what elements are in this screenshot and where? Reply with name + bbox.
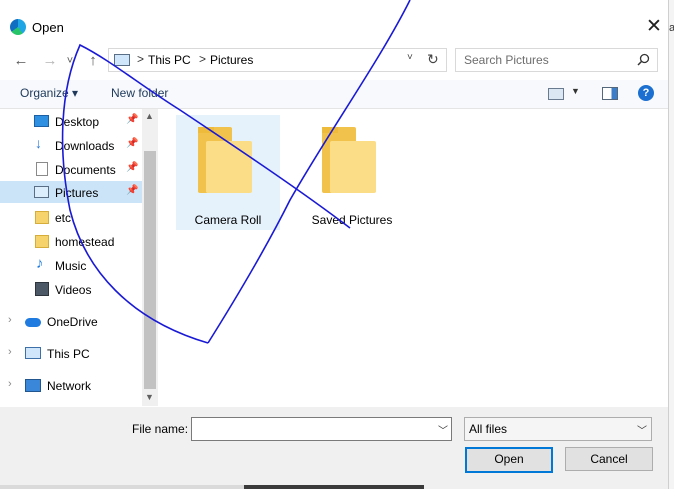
file-type-value: All files: [469, 422, 508, 436]
pictures-icon: [34, 186, 49, 198]
sidebar-item-label: Desktop: [55, 115, 100, 129]
breadcrumb-pictures[interactable]: Pictures: [210, 53, 253, 67]
breadcrumb-this-pc[interactable]: This PC: [148, 53, 191, 67]
folder-name: Saved Pictures: [311, 213, 393, 227]
sidebar-item-label: Documents: [55, 163, 116, 177]
folder-item-saved-pictures[interactable]: Saved Pictures: [300, 115, 404, 230]
view-dropdown-icon[interactable]: ▼: [571, 86, 580, 96]
close-button[interactable]: ✕: [640, 14, 668, 40]
sidebar-item-label: This PC: [47, 347, 90, 361]
background-text: a: [669, 22, 674, 34]
back-arrow-icon[interactable]: ←: [10, 50, 32, 72]
navigation-pane: Desktop 📌 ↓ Downloads 📌 Documents 📌 Pict…: [0, 109, 142, 406]
recent-locations-chevron-icon[interactable]: ˅: [63, 50, 77, 72]
breadcrumb-separator: >: [137, 52, 145, 66]
sidebar-item-label: Downloads: [55, 139, 115, 153]
sidebar-item-label: homestead: [55, 235, 115, 249]
file-type-select[interactable]: All files ﹀: [464, 417, 652, 441]
sidebar-item-homestead[interactable]: homestead: [0, 230, 142, 252]
sidebar-item-label: Videos: [55, 283, 92, 297]
file-list: Camera Roll Saved Pictures: [160, 109, 668, 406]
folder-icon: [322, 127, 376, 193]
sidebar-item-pictures[interactable]: Pictures 📌: [0, 181, 142, 203]
pin-icon: 📌: [126, 114, 139, 125]
file-name-dropdown-icon[interactable]: ﹀: [438, 422, 448, 437]
sidebar-item-desktop[interactable]: Desktop 📌: [0, 110, 142, 132]
pin-icon: 📌: [126, 185, 139, 196]
folder-icon: [198, 127, 252, 193]
refresh-icon[interactable]: ↻: [427, 51, 439, 68]
expand-chevron-icon[interactable]: ›: [8, 346, 12, 358]
open-button[interactable]: Open: [465, 447, 553, 473]
sidebar-scrollbar[interactable]: ▲ ▼: [142, 109, 158, 406]
search-icon[interactable]: [637, 53, 650, 66]
sidebar-item-network[interactable]: › Network: [0, 374, 142, 396]
sidebar-item-label: Music: [55, 259, 87, 273]
sidebar-item-label: Pictures: [55, 186, 99, 200]
taskbar-edge: [0, 485, 244, 489]
sidebar-item-music[interactable]: ♪ Music: [0, 254, 142, 276]
download-icon: ↓: [35, 135, 42, 151]
cancel-button[interactable]: Cancel: [565, 447, 653, 471]
preview-pane-icon[interactable]: [602, 87, 618, 100]
pin-icon: 📌: [126, 138, 139, 149]
help-icon[interactable]: ?: [638, 85, 654, 101]
dialog-title: Open: [32, 20, 64, 35]
organize-menu[interactable]: Organize ▾: [20, 86, 78, 100]
sidebar-item-this-pc[interactable]: › This PC: [0, 342, 142, 364]
up-arrow-icon[interactable]: ↑: [82, 50, 104, 72]
expand-chevron-icon[interactable]: ›: [8, 314, 12, 326]
scroll-down-icon[interactable]: ▼: [145, 392, 154, 402]
file-name-label: File name:: [132, 422, 189, 436]
sidebar-item-documents[interactable]: Documents 📌: [0, 158, 142, 180]
dialog-footer: File name: ﹀ All files ﹀ Open Cancel: [0, 407, 668, 489]
file-name-input[interactable]: ﹀: [191, 417, 452, 441]
sidebar-item-downloads[interactable]: ↓ Downloads 📌: [0, 134, 142, 156]
sidebar-item-onedrive[interactable]: › OneDrive: [0, 310, 142, 332]
folder-name: Camera Roll: [194, 213, 262, 227]
open-dialog: Open ✕ ← → ˅ ↑ > This PC > Pictures ˅ ↻ …: [0, 0, 669, 489]
folder-icon: [35, 211, 49, 224]
change-view-icon[interactable]: [548, 88, 564, 100]
music-icon: ♪: [36, 255, 44, 272]
video-icon: [35, 282, 49, 296]
new-folder-button[interactable]: New folder: [111, 86, 168, 100]
breadcrumb-separator: >: [199, 52, 207, 66]
command-toolbar: Organize ▾ New folder ▼ ?: [0, 80, 668, 109]
scrollbar-thumb[interactable]: [144, 151, 156, 389]
search-box[interactable]: Search Pictures: [455, 48, 658, 72]
sidebar-item-etc[interactable]: etc: [0, 206, 142, 228]
search-placeholder[interactable]: Search Pictures: [464, 53, 549, 67]
background-window-edge: a: [669, 0, 674, 489]
expand-chevron-icon[interactable]: ›: [8, 378, 12, 390]
sidebar-item-videos[interactable]: Videos: [0, 278, 142, 300]
sidebar-item-label: etc: [55, 211, 72, 225]
chevron-down-icon[interactable]: ﹀: [637, 422, 647, 437]
address-dropdown-icon[interactable]: ˅: [407, 52, 413, 63]
computer-icon: [25, 347, 41, 359]
desktop-icon: [34, 115, 49, 127]
title-bar: Open ✕: [0, 0, 668, 42]
network-icon: [25, 379, 41, 392]
pictures-location-icon: [114, 54, 130, 66]
scroll-up-icon[interactable]: ▲: [145, 111, 154, 121]
folder-item-camera-roll[interactable]: Camera Roll: [176, 115, 280, 230]
folder-icon: [35, 235, 49, 248]
cloud-icon: [25, 318, 41, 327]
forward-arrow-icon[interactable]: →: [39, 50, 61, 72]
pin-icon: 📌: [126, 162, 139, 173]
document-icon: [36, 162, 48, 176]
address-bar[interactable]: > This PC > Pictures ˅ ↻: [108, 48, 447, 72]
sidebar-item-label: Network: [47, 379, 92, 393]
edge-logo-icon: [10, 19, 26, 35]
taskbar-edge-dark: [244, 485, 424, 489]
sidebar-item-label: OneDrive: [47, 315, 98, 329]
